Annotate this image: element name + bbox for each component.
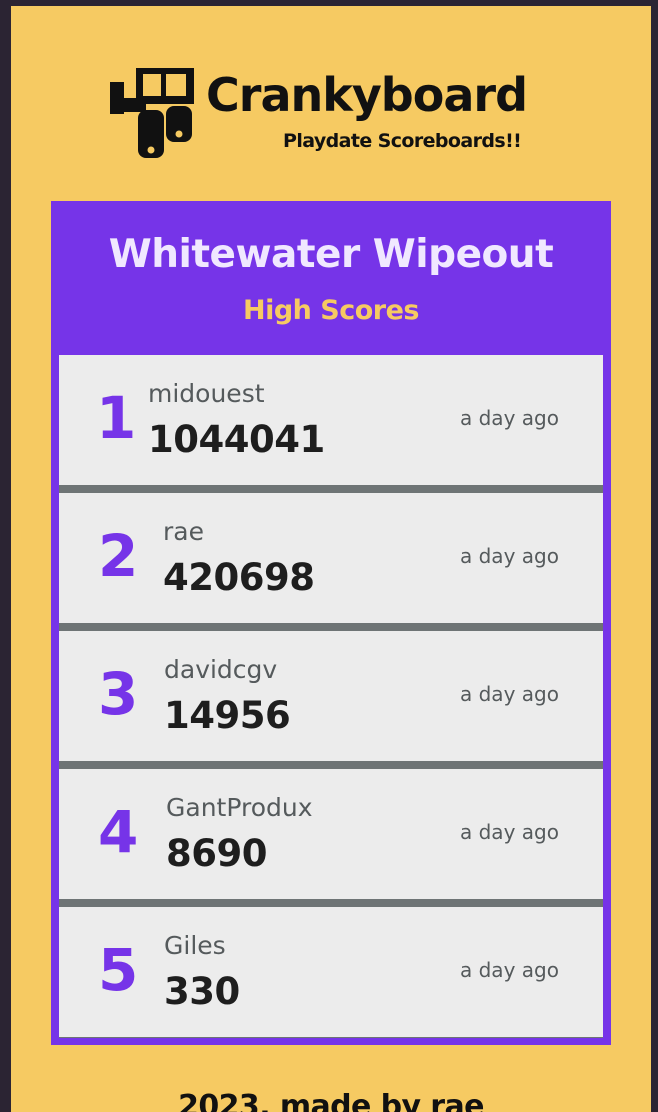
- player-name: GantProdux: [166, 793, 313, 822]
- score-list: 1 midouest 1044041 a day ago 2 rae 42069…: [59, 355, 603, 1038]
- brand-tagline: Playdate Scoreboards!!: [283, 130, 522, 152]
- score-row-3: 3 davidcgv 14956 a day ago: [59, 631, 603, 761]
- score-value: 14956: [164, 694, 291, 737]
- scoreboard-page: Crankyboard Playdate Scoreboards!! White…: [11, 6, 651, 1112]
- rank-number: 2: [98, 522, 139, 590]
- score-timestamp: a day ago: [460, 544, 559, 568]
- score-row-2: 2 rae 420698 a day ago: [59, 493, 603, 623]
- paint-roller-icon: [110, 68, 194, 158]
- score-value: 1044041: [148, 418, 325, 461]
- footer-credit: 2023, made by rae: [178, 1089, 484, 1112]
- player-name: midouest: [148, 379, 265, 408]
- score-row-5: 5 Giles 330 a day ago: [59, 907, 603, 1037]
- rank-number: 1: [96, 384, 137, 452]
- rank-number: 5: [98, 936, 139, 1004]
- scoreboard-card: Whitewater Wipeout High Scores 1 midoues…: [51, 201, 611, 1045]
- scoreboard-header: Whitewater Wipeout High Scores: [51, 201, 611, 355]
- score-timestamp: a day ago: [460, 958, 559, 982]
- player-name: Giles: [164, 931, 226, 960]
- score-value: 330: [164, 970, 240, 1013]
- score-row-1: 1 midouest 1044041 a day ago: [59, 355, 603, 485]
- high-scores-heading: High Scores: [243, 295, 420, 326]
- player-name: rae: [163, 517, 204, 546]
- player-name: davidcgv: [164, 655, 278, 684]
- score-value: 8690: [166, 832, 267, 875]
- score-value: 420698: [163, 556, 315, 599]
- crankyboard-logo[interactable]: Crankyboard Playdate Scoreboards!!: [110, 66, 555, 166]
- score-timestamp: a day ago: [460, 406, 559, 430]
- rank-number: 3: [98, 660, 139, 728]
- score-row-4: 4 GantProdux 8690 a day ago: [59, 769, 603, 899]
- score-timestamp: a day ago: [460, 682, 559, 706]
- rank-number: 4: [98, 798, 139, 866]
- score-timestamp: a day ago: [460, 820, 559, 844]
- game-title: Whitewater Wipeout: [108, 232, 554, 277]
- brand-name: Crankyboard: [206, 68, 528, 122]
